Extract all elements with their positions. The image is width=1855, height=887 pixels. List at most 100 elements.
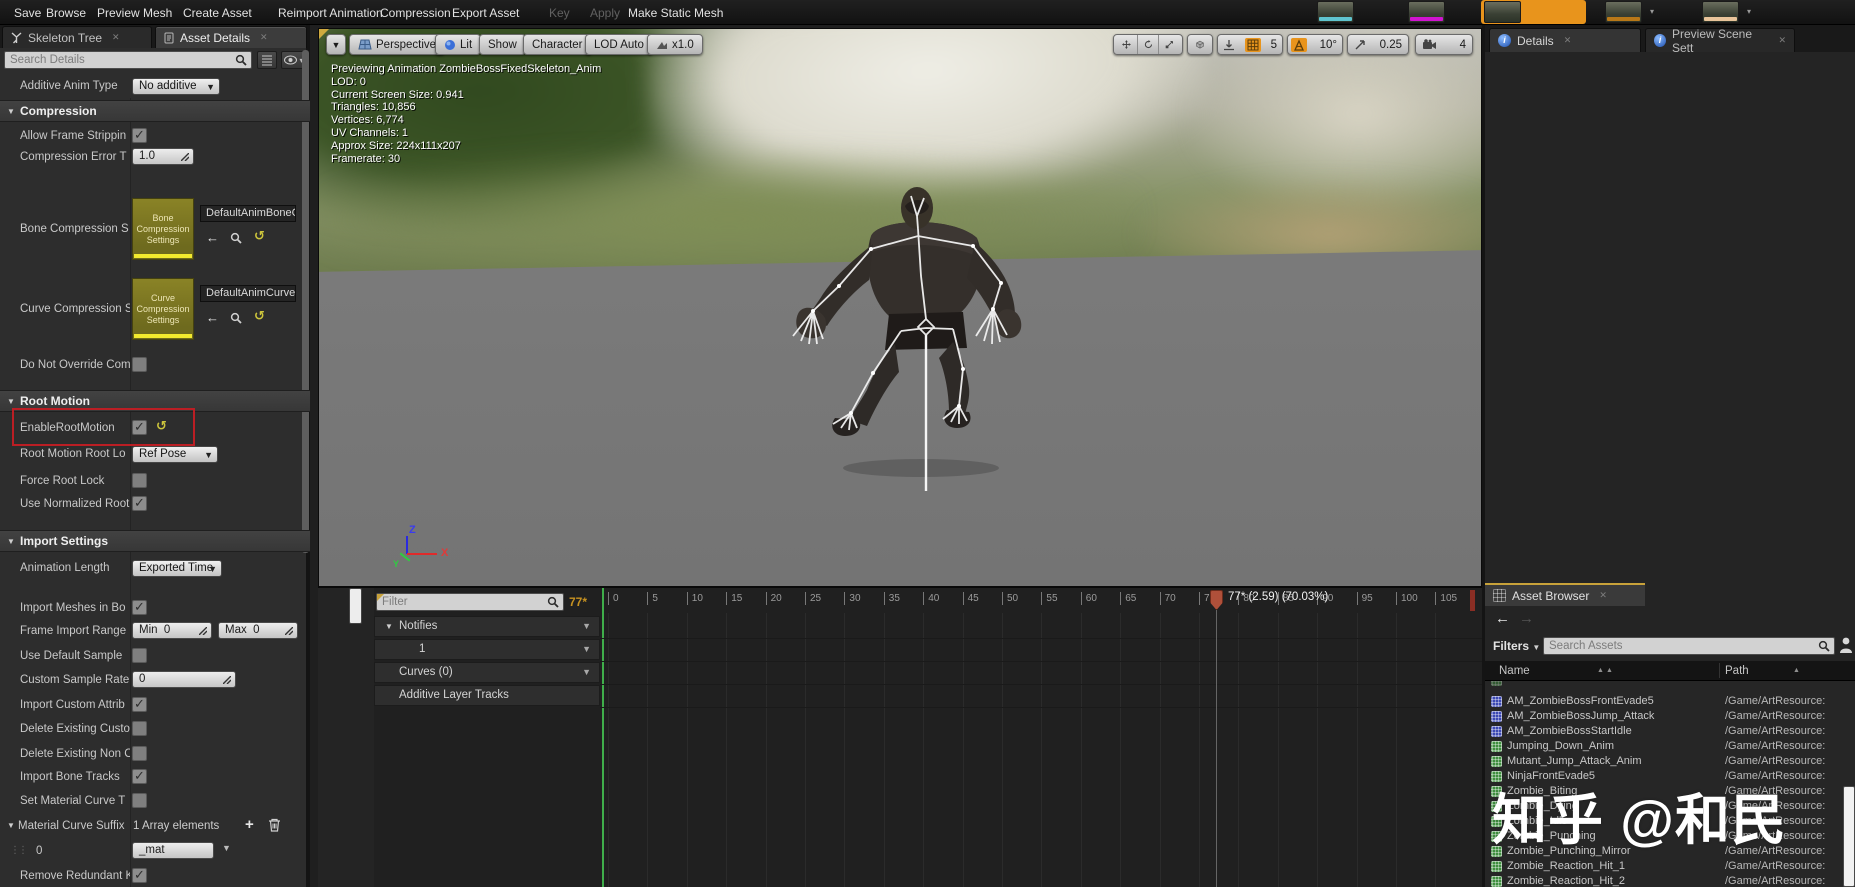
custom-sample-rate-spinbox[interactable]: 0	[132, 671, 236, 688]
track-additive-layer[interactable]: Additive Layer Tracks	[374, 685, 600, 706]
rotation-snap-group[interactable]: 10°	[1287, 34, 1343, 55]
do-not-override-checkbox[interactable]	[132, 357, 147, 372]
property-matrix-icon[interactable]	[257, 51, 277, 69]
search-assets-input[interactable]	[1544, 640, 1818, 652]
section-header-compression[interactable]: Compression	[0, 100, 310, 122]
grid-snap-value[interactable]: 5	[1271, 39, 1277, 51]
import-bone-tracks-checkbox[interactable]	[132, 768, 147, 784]
create-asset-button[interactable]: Create Asset	[183, 6, 252, 20]
animation-asset-thumbnail[interactable]	[1484, 1, 1521, 23]
asset-row[interactable]: AM_ZombieBossJump_Attack/Game/ArtResourc…	[1485, 709, 1855, 724]
reset-to-default-icon[interactable]	[254, 308, 265, 324]
delete-existing-custom-checkbox[interactable]	[132, 721, 147, 736]
chevron-down-icon[interactable]: ▾	[1747, 7, 1751, 16]
timeline-start-marker[interactable]	[602, 588, 604, 887]
browse-to-asset-icon[interactable]	[230, 232, 242, 244]
allow-frame-stripping-checkbox[interactable]	[132, 127, 147, 143]
import-meshes-in-bone-checkbox[interactable]	[132, 599, 147, 615]
camera-speed-group[interactable]: 4	[1415, 34, 1473, 55]
rotate-tool-icon[interactable]	[1144, 38, 1153, 51]
asset-row[interactable]: Zombie_Reaction_Hit_2/Game/ArtResource:	[1485, 874, 1855, 887]
track-options-icon[interactable]	[582, 617, 591, 636]
bone-compression-combo[interactable]: DefaultAnimBoneCompr	[200, 205, 296, 222]
remove-redundant-keys-checkbox[interactable]	[132, 867, 147, 883]
mesh-asset-thumbnail[interactable]	[1408, 1, 1445, 23]
scale-tool-icon[interactable]	[1165, 38, 1174, 51]
make-static-mesh-button[interactable]: Make Static Mesh	[628, 6, 723, 20]
section-header-import-settings[interactable]: Import Settings	[0, 530, 310, 552]
track-notify-1[interactable]: 1	[374, 639, 600, 660]
timeline-ruler[interactable]: 0 5 10 15 20 25 30 35 40 45 50 55 60 65 70 75 80 85 90 95 10…	[600, 588, 1482, 613]
tab-asset-browser[interactable]: Asset Browser	[1485, 583, 1645, 606]
lod-auto-button[interactable]: LOD Auto	[585, 34, 653, 55]
show-menu-button[interactable]: Show	[479, 34, 526, 55]
preview-mesh-button[interactable]: Preview Mesh	[97, 6, 172, 20]
lit-mode-button[interactable]: Lit	[435, 34, 482, 55]
reimport-animation-button[interactable]: Reimport Animation	[278, 6, 383, 20]
filters-button[interactable]: Filters ▼	[1493, 639, 1540, 653]
asset-row[interactable]: Zombie_Reaction_Hit_1/Game/ArtResource:	[1485, 859, 1855, 874]
move-tool-icon[interactable]	[1122, 38, 1131, 51]
frame-range-min-spinbox[interactable]: Min 0	[132, 622, 212, 639]
delete-existing-non-curve-checkbox[interactable]	[132, 746, 147, 761]
rotation-snap-toggle[interactable]	[1291, 37, 1307, 52]
asset-list-scrollbar[interactable]	[1843, 786, 1855, 887]
scale-snap-group[interactable]: 0.25	[1347, 34, 1409, 55]
grid-snap-group[interactable]: 5	[1217, 34, 1283, 55]
browse-to-asset-icon[interactable]	[230, 312, 242, 324]
asset-row[interactable]: AM_ZombieBossStartIdle/Game/ArtResource:	[1485, 724, 1855, 739]
force-root-lock-checkbox[interactable]	[132, 473, 147, 488]
tab-details[interactable]: Details	[1489, 28, 1641, 52]
timeline-scrollbar[interactable]	[349, 588, 362, 624]
set-material-curve-checkbox[interactable]	[132, 793, 147, 808]
use-selected-asset-icon[interactable]: ←	[206, 310, 219, 325]
curve-compression-combo[interactable]: DefaultAnimCurveComp	[200, 285, 296, 302]
use-normalized-root-checkbox[interactable]	[132, 495, 147, 511]
asset-row[interactable]: AM_ZombieBossFrontEvade5/Game/ArtResourc…	[1485, 694, 1855, 709]
column-divider[interactable]	[1719, 663, 1720, 678]
close-icon[interactable]	[1564, 35, 1572, 46]
add-array-element-icon[interactable]: +	[245, 816, 254, 833]
chevron-down-icon[interactable]: ▾	[1650, 7, 1654, 16]
browse-button[interactable]: Browse	[46, 6, 86, 20]
close-icon[interactable]	[1778, 35, 1786, 46]
track-notifies[interactable]: ▼ Notifies	[374, 616, 600, 637]
bone-compression-settings-thumbnail[interactable]: Bone Compression Settings	[132, 198, 194, 260]
character-menu-button[interactable]: Character	[523, 34, 592, 55]
perspective-button[interactable]: Perspective	[349, 34, 446, 55]
use-default-sample-checkbox[interactable]	[132, 648, 147, 663]
track-options-icon[interactable]	[582, 640, 591, 659]
grid-snap-toggle[interactable]	[1244, 37, 1261, 52]
root-motion-root-lock-dropdown[interactable]: Ref Pose	[132, 446, 218, 463]
track-options-icon[interactable]	[582, 663, 591, 682]
surface-snap-icon[interactable]	[1223, 39, 1235, 51]
viewport-options-menu-button[interactable]: ▼	[326, 34, 346, 55]
chevron-down-icon[interactable]: ▼	[222, 843, 231, 853]
column-name[interactable]: Name	[1499, 661, 1530, 681]
close-icon[interactable]	[1599, 590, 1607, 601]
animation-length-dropdown[interactable]: Exported Time	[132, 560, 222, 577]
use-selected-asset-icon[interactable]: ←	[206, 230, 219, 245]
close-icon[interactable]	[112, 32, 120, 43]
anim-blueprint-asset-thumbnail[interactable]	[1605, 1, 1642, 23]
playback-speed-button[interactable]: x1.0	[647, 34, 703, 55]
close-icon[interactable]	[260, 32, 268, 43]
rotation-snap-value[interactable]: 10°	[1320, 39, 1337, 51]
history-back-button[interactable]: ←	[1495, 610, 1510, 627]
additive-anim-type-dropdown[interactable]: No additive	[132, 78, 220, 95]
collapse-triangle-icon[interactable]	[7, 821, 15, 830]
camera-speed-value[interactable]: 4	[1460, 39, 1466, 51]
user-filter-icon[interactable]	[1839, 636, 1853, 654]
frame-range-max-spinbox[interactable]: Max 0	[218, 622, 298, 639]
save-button[interactable]: Save	[14, 6, 41, 20]
viewport-3d[interactable]: ▼ Perspective Lit Show Character LOD Aut…	[318, 28, 1482, 587]
drag-handle-icon[interactable]: ⋮⋮	[10, 845, 28, 856]
tab-preview-scene-settings[interactable]: Preview Scene Sett	[1645, 27, 1795, 55]
physics-asset-thumbnail[interactable]	[1702, 1, 1739, 23]
reset-to-default-icon[interactable]	[254, 228, 265, 244]
preview-character-zombie[interactable]	[771, 176, 1091, 506]
clear-array-trash-icon[interactable]	[268, 818, 281, 832]
sequence-end-marker[interactable]	[1470, 590, 1475, 611]
collapse-triangle-icon[interactable]: ▼	[385, 617, 393, 636]
search-details-input[interactable]	[5, 54, 235, 66]
